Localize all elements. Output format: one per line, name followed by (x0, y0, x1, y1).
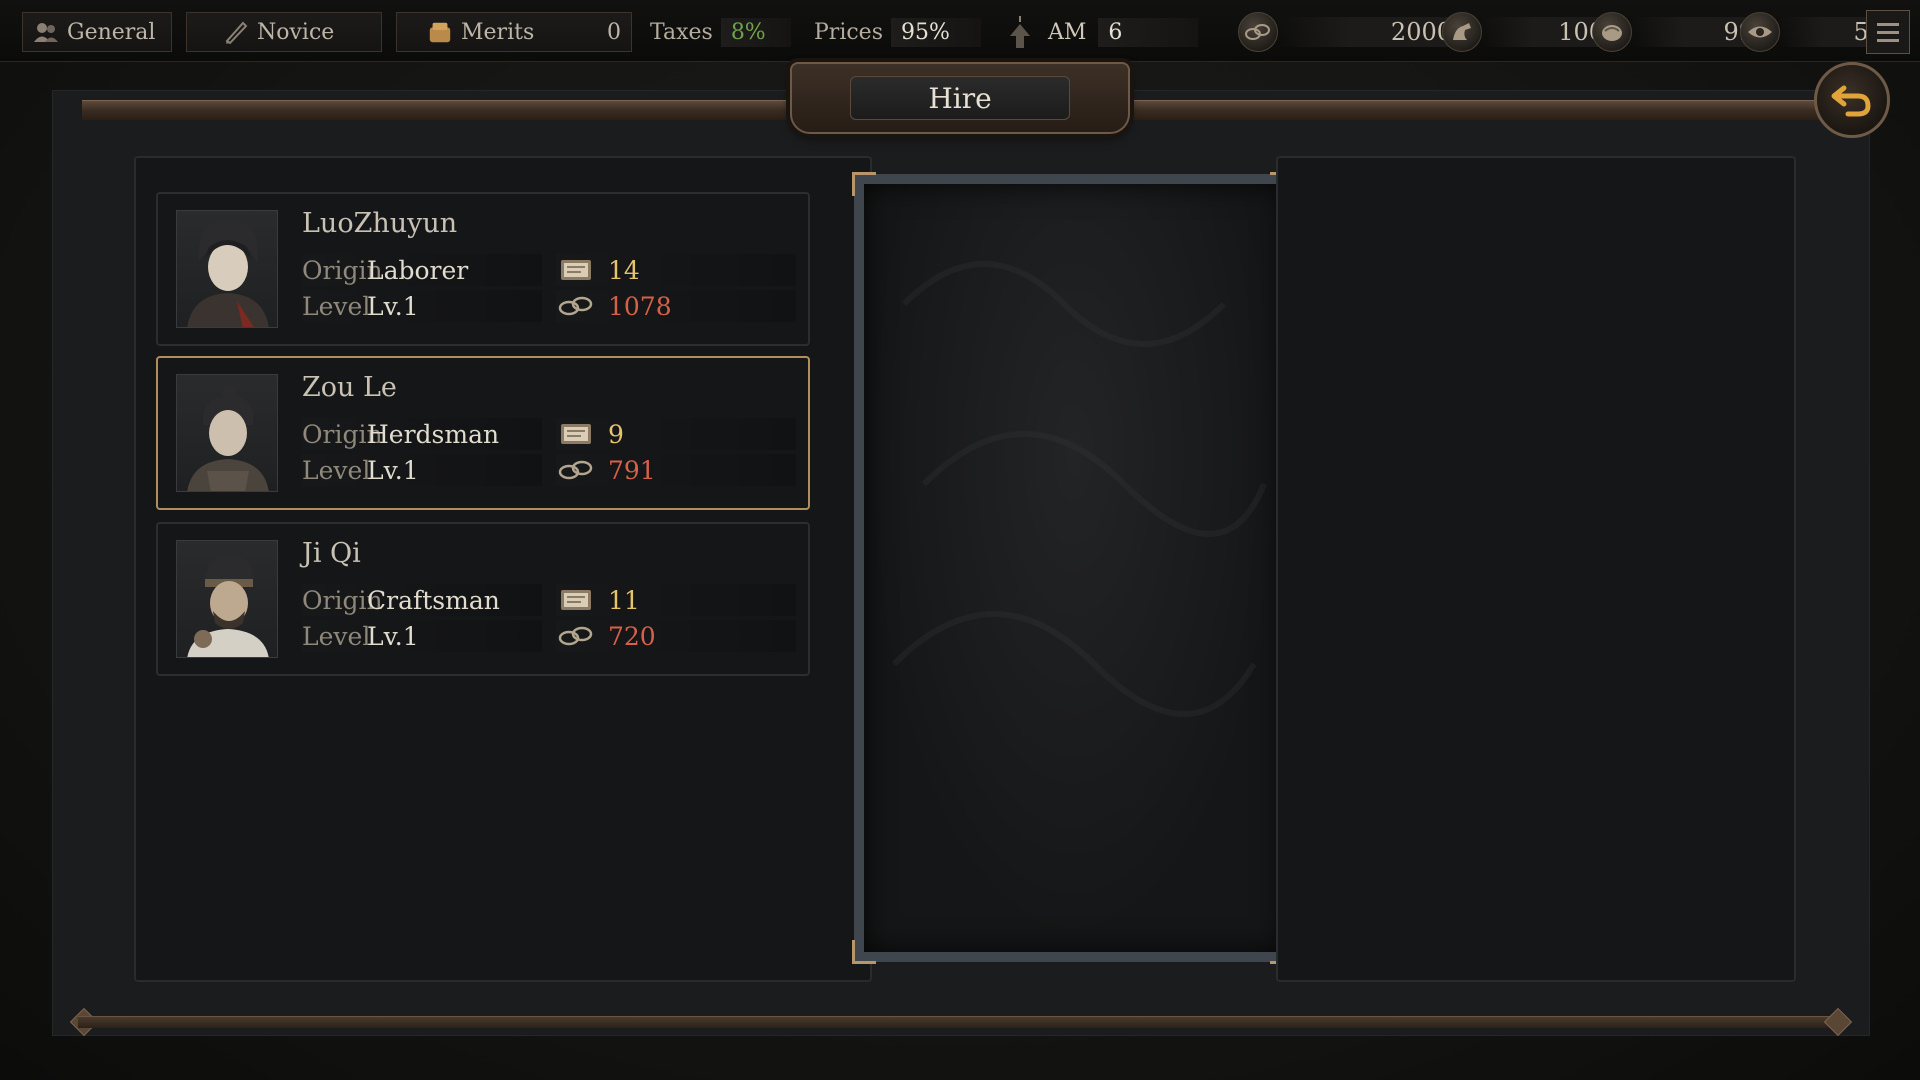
menu-icon (1877, 22, 1899, 26)
resource-horse: 100 (1442, 12, 1610, 52)
time-value: 6 (1098, 17, 1199, 47)
cost-row: 1078 (556, 290, 796, 322)
cost-value: 1078 (608, 291, 672, 321)
book-icon (556, 255, 596, 285)
general-label: General (67, 19, 156, 45)
origin-value: Laborer (367, 255, 469, 285)
taxes-display: Taxes 8% (650, 12, 791, 52)
taxes-label: Taxes (650, 19, 713, 45)
coins-icon (556, 291, 596, 321)
level-label: Level (302, 291, 371, 321)
level-row: Level Lv.1 (302, 290, 542, 322)
taxes-value: 8% (720, 17, 791, 47)
level-value: Lv.1 (367, 621, 419, 651)
general-icon (33, 19, 59, 45)
coins-value: 2000 (1278, 17, 1458, 47)
level-value: Lv.1 (367, 291, 419, 321)
back-arrow-icon (1830, 80, 1874, 120)
frame-corner-bl (852, 940, 876, 964)
cost-row: 720 (556, 620, 796, 652)
book-icon (556, 585, 596, 615)
merits-label: Merits (461, 19, 535, 45)
level-label: Level (302, 455, 371, 485)
candidate-card[interactable]: LuoZhuyun Origin Laborer Level Lv.1 14 1… (156, 192, 810, 346)
coins-icon (556, 455, 596, 485)
detail-panel (1276, 156, 1796, 982)
origin-row: Origin Herdsman (302, 418, 542, 450)
stat-value: 11 (608, 585, 640, 615)
stat-value: 9 (608, 419, 624, 449)
character-preview-frame (854, 174, 1294, 962)
novice-label: Novice (257, 19, 335, 45)
origin-label: Origin (302, 419, 383, 449)
coins-icon (556, 621, 596, 651)
back-button[interactable] (1814, 62, 1890, 138)
level-value: Lv.1 (367, 455, 419, 485)
grain-icon (1592, 12, 1632, 52)
general-button[interactable]: General (22, 12, 172, 52)
merits-box[interactable]: Merits 0 (396, 12, 632, 52)
resource-grain: 99 (1592, 12, 1760, 52)
merits-icon (427, 19, 453, 45)
menu-button[interactable] (1866, 10, 1910, 54)
time-display: AM 6 (1004, 12, 1199, 52)
candidate-name: Zou Le (302, 372, 397, 403)
level-label: Level (302, 621, 371, 651)
candidate-portrait (176, 374, 278, 492)
origin-label: Origin (302, 585, 383, 615)
prices-value: 95% (891, 17, 981, 47)
bottom-rail (78, 1016, 1842, 1028)
level-row: Level Lv.1 (302, 620, 542, 652)
candidate-card[interactable]: Ji Qi Origin Craftsman Level Lv.1 11 720 (156, 522, 810, 676)
stat-value: 14 (608, 255, 640, 285)
candidate-name: Ji Qi (302, 538, 361, 569)
cost-row: 791 (556, 454, 796, 486)
origin-row: Origin Craftsman (302, 584, 542, 616)
candidate-card-selected[interactable]: Zou Le Origin Herdsman Level Lv.1 9 791 (156, 356, 810, 510)
horse-value: 100 (1482, 17, 1610, 47)
merits-value: 0 (607, 19, 621, 45)
resource-coins: 2000 (1238, 12, 1458, 52)
candidate-portrait (176, 210, 278, 328)
eye-icon (1740, 12, 1780, 52)
top-bar: General Novice Merits 0 Taxes 8% Prices … (0, 0, 1920, 62)
coins-icon (1238, 12, 1278, 52)
candidate-name: LuoZhuyun (302, 208, 458, 239)
novice-button[interactable]: Novice (186, 12, 382, 52)
cost-value: 791 (608, 455, 656, 485)
cost-value: 720 (608, 621, 656, 651)
time-label: AM (1048, 19, 1087, 45)
candidate-portrait (176, 540, 278, 658)
stat-row: 14 (556, 254, 796, 286)
origin-value: Herdsman (367, 419, 500, 449)
level-row: Level Lv.1 (302, 454, 542, 486)
stat-row: 11 (556, 584, 796, 616)
origin-value: Craftsman (367, 585, 500, 615)
origin-label: Origin (302, 255, 383, 285)
stat-row: 9 (556, 418, 796, 450)
prices-label: Prices (814, 19, 883, 45)
frame-corner-tl (852, 172, 876, 196)
sundial-icon (1004, 12, 1036, 52)
book-icon (556, 419, 596, 449)
page-title: Hire (850, 76, 1070, 120)
horse-icon (1442, 12, 1482, 52)
prices-display: Prices 95% (814, 12, 981, 52)
origin-row: Origin Laborer (302, 254, 542, 286)
quill-icon (223, 19, 249, 45)
